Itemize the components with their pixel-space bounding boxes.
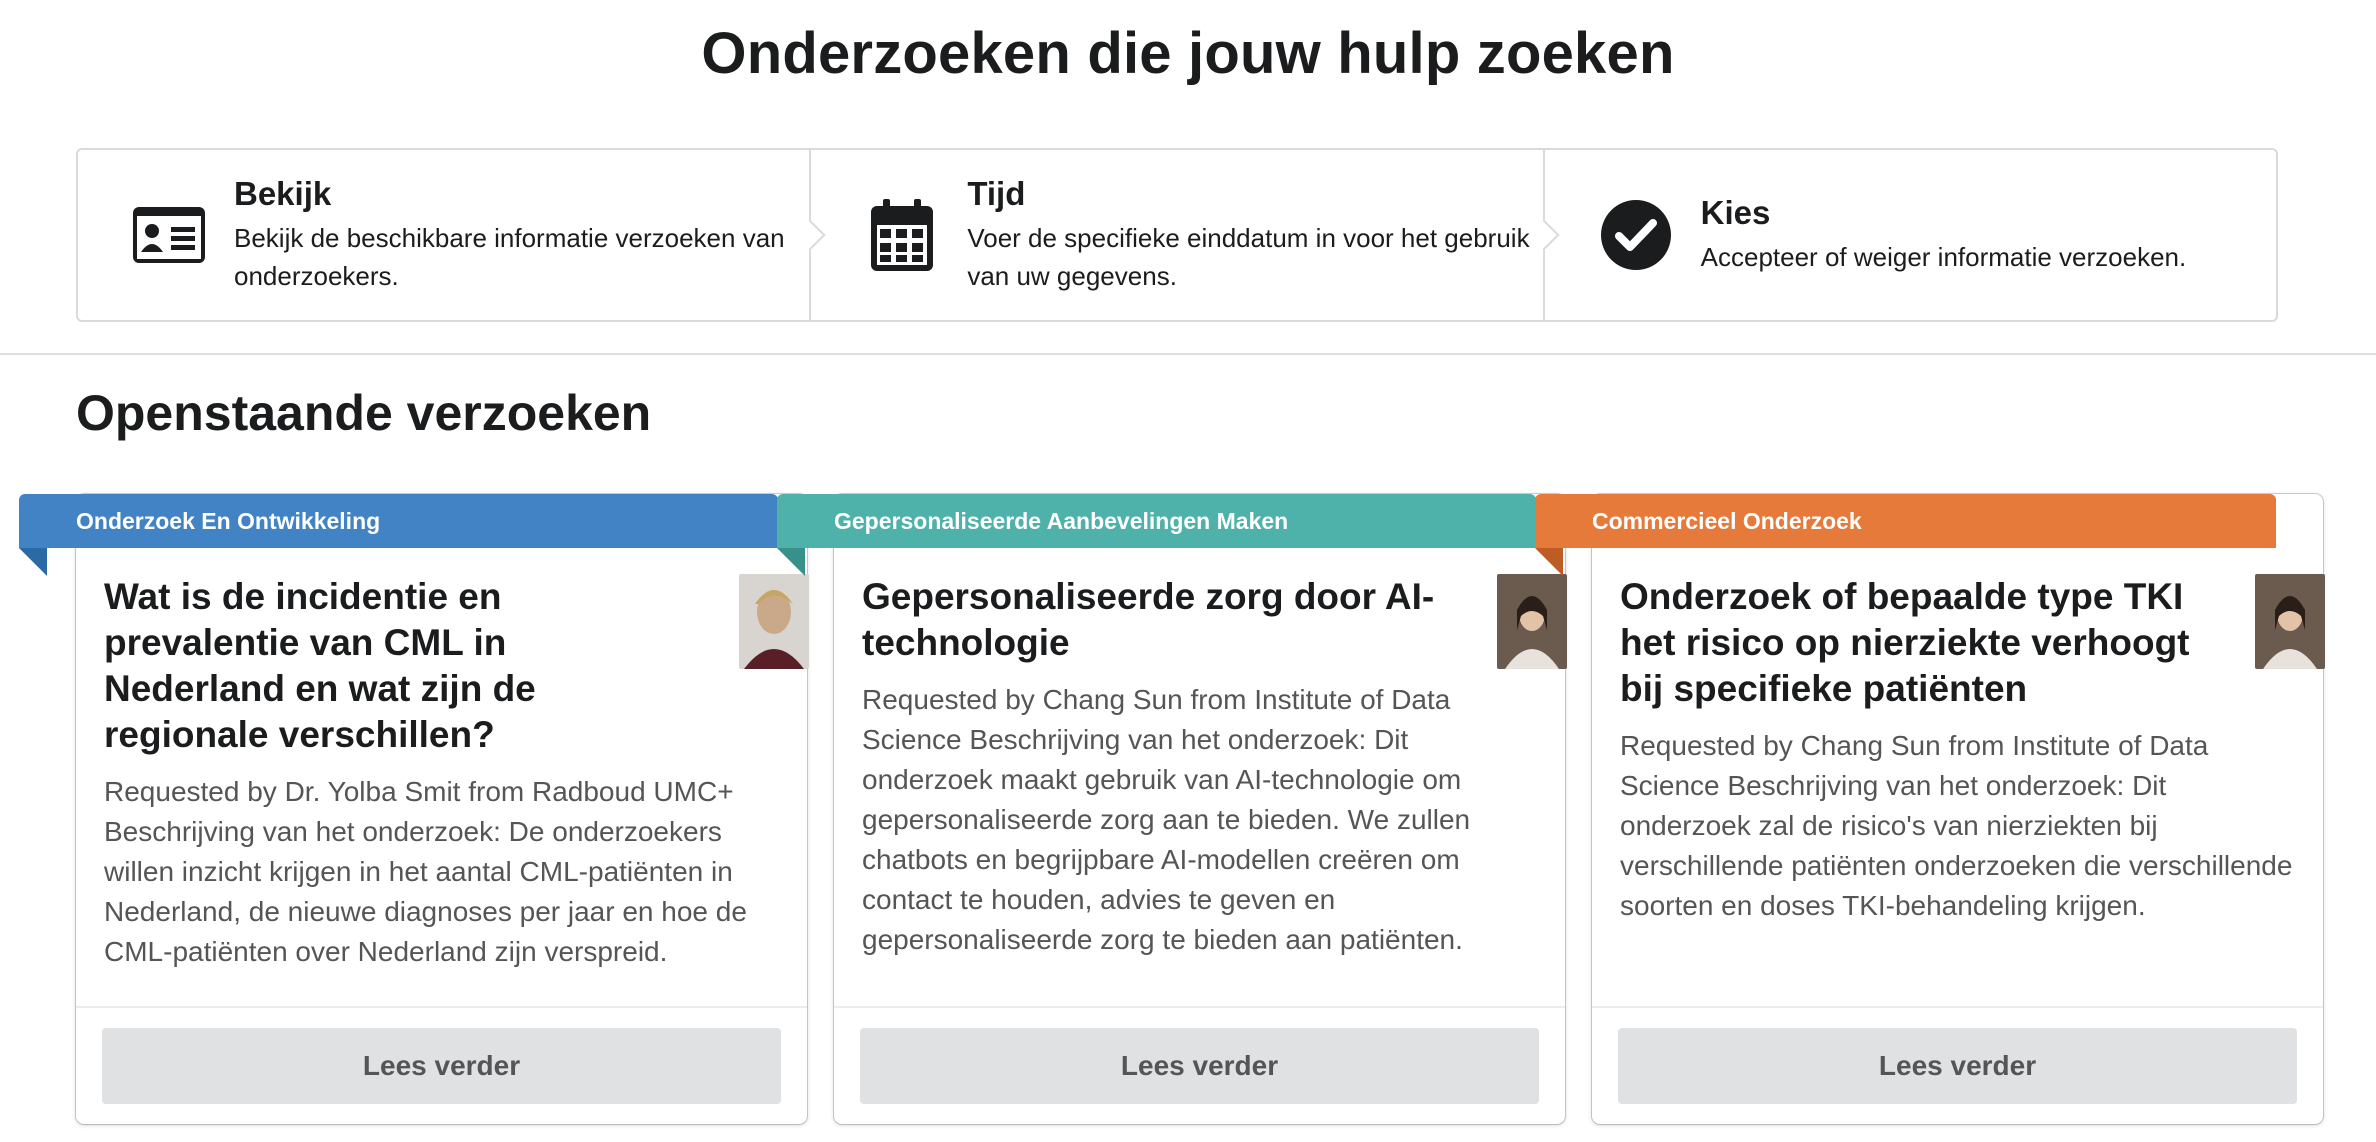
id-card-icon (128, 194, 210, 276)
step-title: Bekijk (234, 175, 332, 212)
card-footer: Lees verder (1592, 1006, 2323, 1124)
calendar-icon (861, 194, 943, 276)
step-title: Kies (1700, 194, 1771, 231)
request-card[interactable]: Onderzoek En Ontwikkeling Wat is de inci… (19, 494, 809, 1124)
researcher-avatar (2255, 574, 2325, 669)
card-footer: Lees verder (76, 1006, 807, 1124)
card-title[interactable]: Wat is de incidentie en prevalentie van … (104, 574, 694, 758)
card-title[interactable]: Onderzoek of bepaalde type TKI het risic… (1620, 574, 2210, 712)
category-label: Gepersonaliseerde Aanbevelingen Maken (834, 507, 1289, 534)
step-description: Voer de specifieke einddatum in voor het… (967, 223, 1530, 291)
researcher-avatar (1497, 574, 1567, 669)
ribbon-tail (777, 548, 805, 576)
category-ribbon: Onderzoek En Ontwikkeling (19, 494, 778, 574)
read-more-button[interactable]: Lees verder (860, 1028, 1539, 1104)
step-bekijk: Bekijk Bekijk de beschikbare informatie … (78, 150, 826, 320)
check-circle-icon (1595, 194, 1677, 276)
category-label: Commercieel Onderzoek (1592, 507, 1862, 534)
step-tijd: Tijd Voer de specifieke einddatum in voo… (809, 150, 1560, 320)
researcher-avatar (739, 574, 809, 669)
category-ribbon: Gepersonaliseerde Aanbevelingen Maken (777, 494, 1536, 574)
step-kies: Kies Accepteer of weiger informatie verz… (1542, 150, 2276, 320)
ribbon-tail (19, 548, 47, 576)
steps-panel: Bekijk Bekijk de beschikbare informatie … (76, 148, 2278, 322)
section-title: Openstaande verzoeken (76, 385, 652, 441)
step-title: Tijd (967, 175, 1026, 212)
step-description: Accepteer of weiger informatie verzoeken… (1700, 242, 2187, 272)
step-description: Bekijk de beschikbare informatie verzoek… (234, 223, 785, 291)
divider (0, 353, 2376, 355)
read-more-button[interactable]: Lees verder (1618, 1028, 2297, 1104)
ribbon-tail (1535, 548, 1563, 576)
card-description: Requested by Chang Sun from Institute of… (1620, 730, 2293, 921)
card-description: Requested by Chang Sun from Institute of… (862, 684, 1471, 955)
request-card[interactable]: Gepersonaliseerde Aanbevelingen Maken Ge… (777, 494, 1567, 1124)
card-title[interactable]: Gepersonaliseerde zorg door AI-technolog… (862, 574, 1452, 666)
card-description: Requested by Dr. Yolba Smit from Radboud… (104, 776, 747, 967)
request-card[interactable]: Commercieel Onderzoek Onderzoek of bepaa… (1535, 494, 2325, 1124)
page-title: Onderzoeken die jouw hulp zoeken (701, 21, 1675, 86)
read-more-button[interactable]: Lees verder (102, 1028, 781, 1104)
category-label: Onderzoek En Ontwikkeling (76, 507, 381, 534)
card-footer: Lees verder (834, 1006, 1565, 1124)
category-ribbon: Commercieel Onderzoek (1535, 494, 2276, 574)
